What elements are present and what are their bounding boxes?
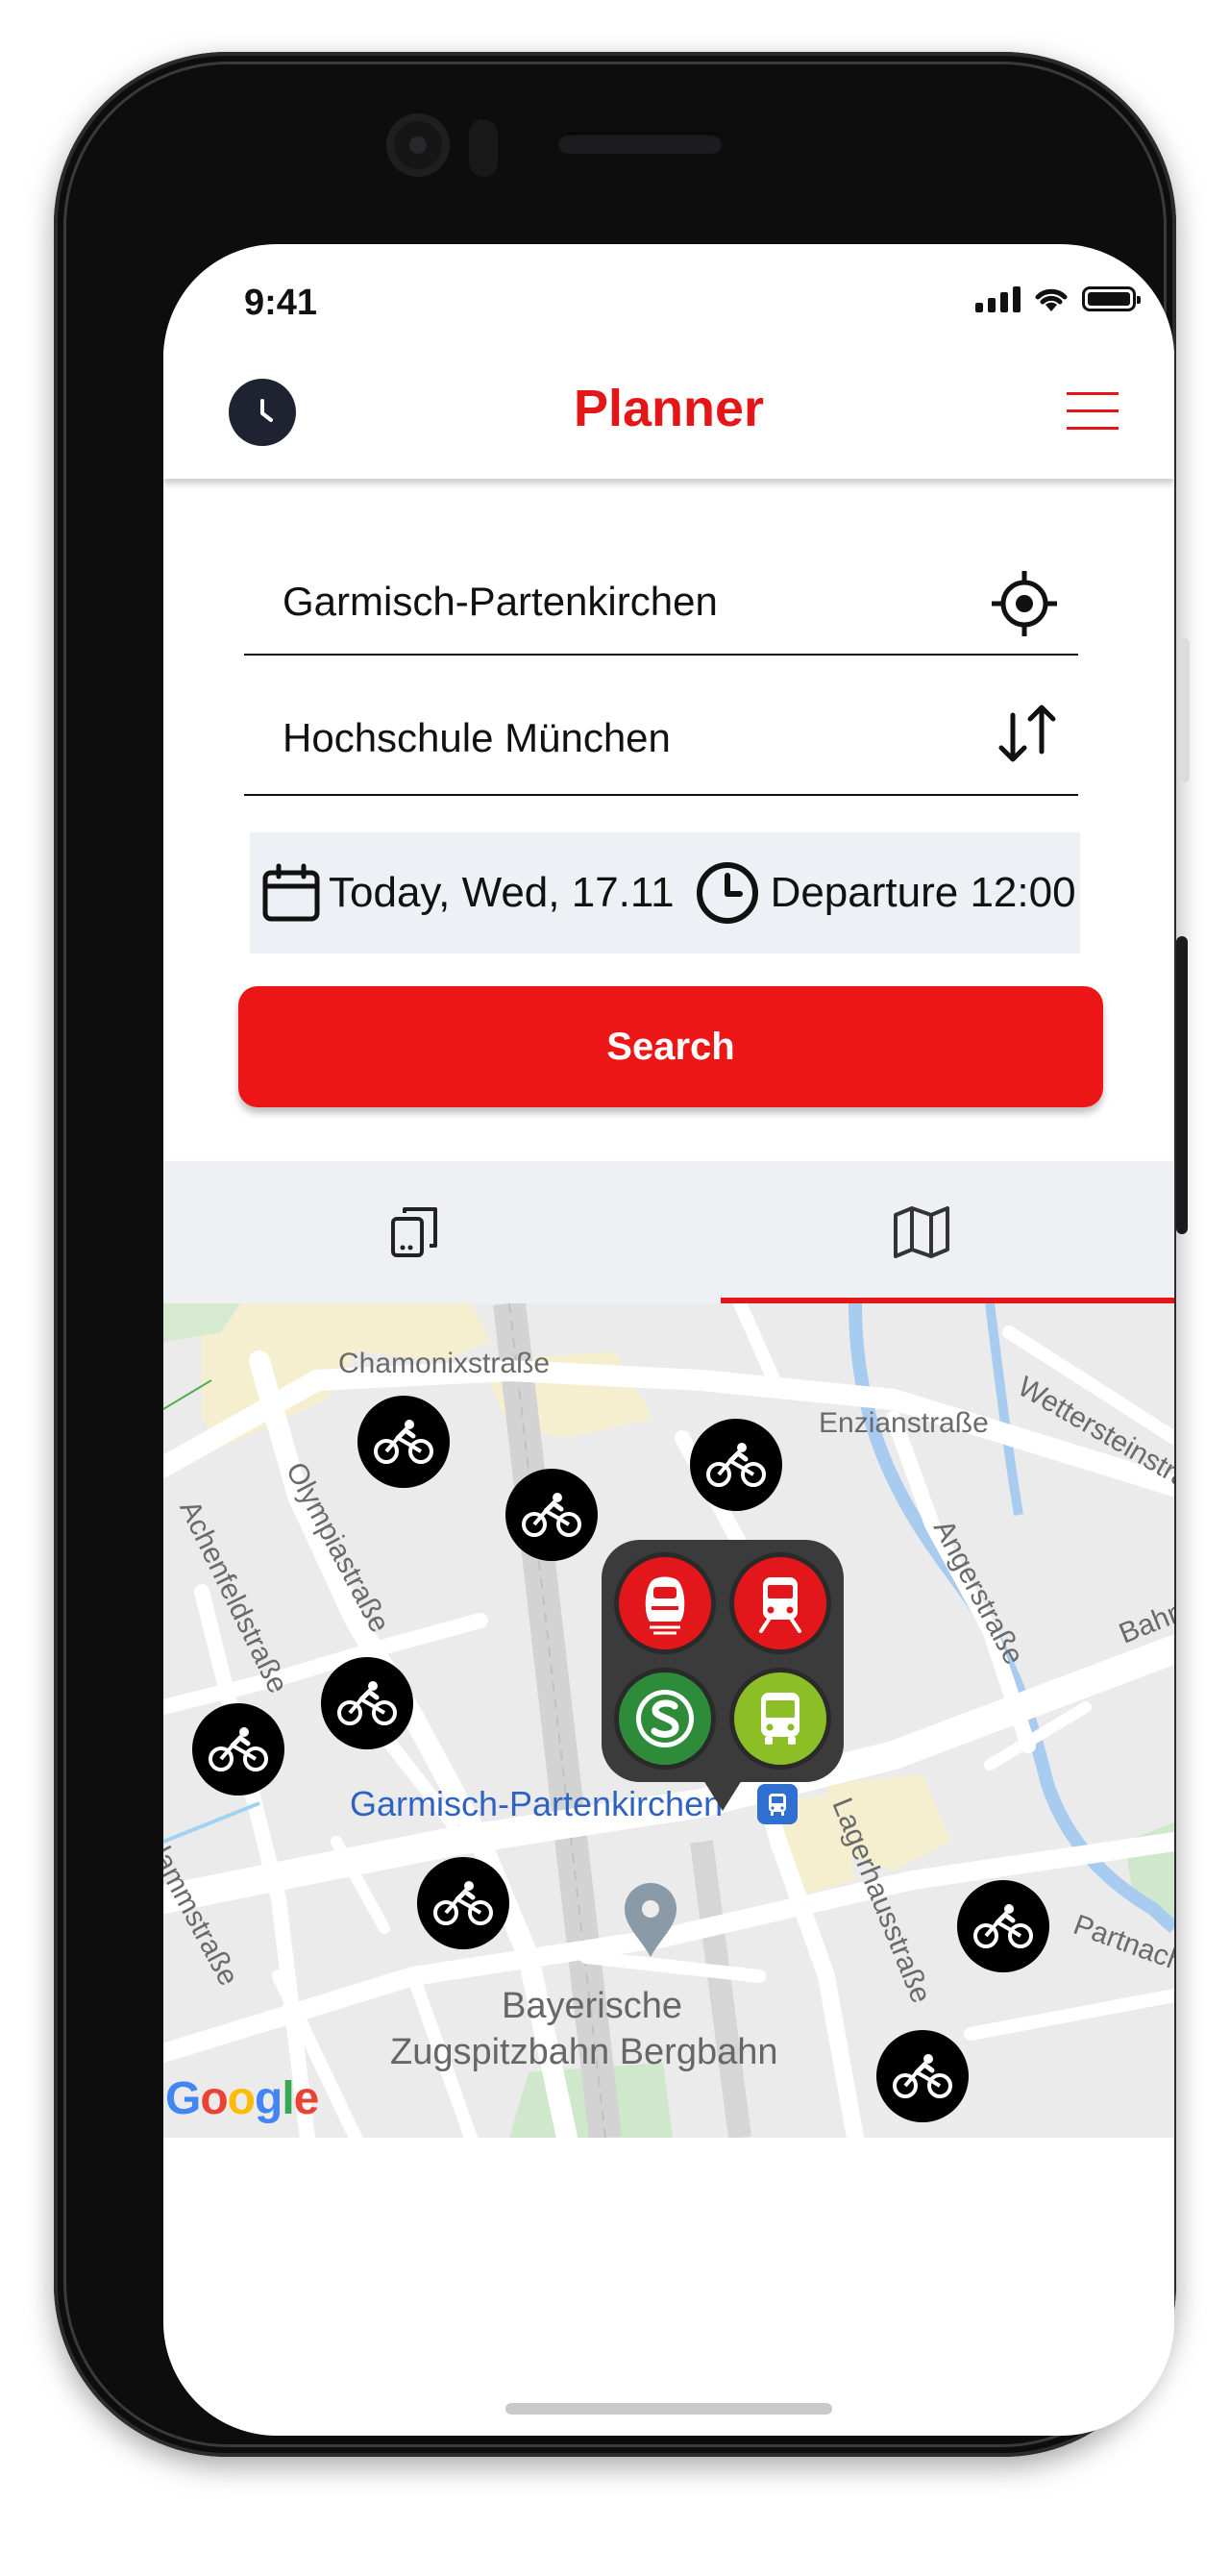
wifi-icon bbox=[1035, 288, 1068, 311]
high-speed-train-icon bbox=[645, 1576, 685, 1635]
phone-list-icon bbox=[391, 1207, 437, 1257]
station-popup[interactable] bbox=[602, 1540, 844, 1811]
ice-train-mode[interactable] bbox=[619, 1557, 711, 1649]
battery-icon bbox=[1082, 286, 1141, 311]
cellular-signal-icon bbox=[975, 285, 1021, 312]
bicycle-icon bbox=[893, 2054, 952, 2098]
app-header: Planner bbox=[163, 344, 1174, 479]
status-time: 9:41 bbox=[244, 283, 318, 323]
station-label[interactable]: Garmisch-Partenkirchen bbox=[350, 1784, 723, 1824]
result-view-tabs bbox=[163, 1161, 1174, 1303]
page-title: Planner bbox=[573, 380, 765, 437]
front-camera bbox=[386, 113, 450, 177]
regional-train-mode[interactable] bbox=[734, 1557, 826, 1649]
map-icon bbox=[894, 1206, 949, 1258]
map-view[interactable]: Chamonixstraße Enzianstraße Wettersteins… bbox=[163, 1303, 1174, 2138]
google-logo: Google bbox=[165, 2073, 319, 2124]
bicycle-icon bbox=[337, 1681, 397, 1725]
poi-label-line1: Bayerische bbox=[502, 1986, 682, 2026]
origin-field[interactable]: Garmisch-Partenkirchen bbox=[244, 533, 1078, 656]
calendar-icon bbox=[262, 863, 320, 922]
departure-clock-icon bbox=[696, 862, 758, 924]
train-icon bbox=[759, 1577, 801, 1633]
bike-station-marker[interactable] bbox=[957, 1880, 1049, 1972]
s-bahn-icon bbox=[636, 1690, 694, 1747]
bike-station-marker[interactable] bbox=[417, 1857, 509, 1949]
side-button-lower bbox=[1176, 936, 1188, 1234]
locate-icon[interactable] bbox=[988, 567, 1061, 640]
status-icons bbox=[975, 285, 1141, 313]
bicycle-icon bbox=[209, 1727, 268, 1771]
poi-label-line2: Zugspitzbahn Bergbahn bbox=[390, 2032, 778, 2072]
tab-map[interactable] bbox=[669, 1161, 1174, 1303]
phone-frame: 9:41 Planner Garmisch-Partenkirchen Hoch… bbox=[54, 52, 1190, 2457]
bike-station-marker[interactable] bbox=[321, 1657, 413, 1749]
menu-button[interactable] bbox=[1067, 392, 1119, 431]
screen: 9:41 Planner Garmisch-Partenkirchen Hoch… bbox=[163, 244, 1174, 2436]
destination-field[interactable]: Hochschule München bbox=[244, 667, 1078, 796]
bicycle-icon bbox=[706, 1443, 766, 1487]
search-button[interactable]: Search bbox=[238, 986, 1103, 1107]
bike-station-marker[interactable] bbox=[505, 1469, 598, 1561]
date-label[interactable]: Today, Wed, 17.11 bbox=[329, 869, 675, 917]
bicycle-icon bbox=[522, 1493, 581, 1537]
camera-sensor bbox=[469, 119, 498, 177]
tab-list[interactable] bbox=[163, 1161, 669, 1303]
side-button-upper bbox=[1180, 638, 1190, 782]
bike-station-marker[interactable] bbox=[192, 1703, 284, 1796]
earpiece-speaker bbox=[557, 133, 723, 154]
poi-pin-icon[interactable] bbox=[621, 1880, 680, 1959]
bike-station-marker[interactable] bbox=[357, 1396, 450, 1488]
destination-value: Hochschule München bbox=[283, 715, 671, 760]
bus-stop-icon bbox=[769, 1794, 786, 1816]
departure-time-label[interactable]: Departure 12:00 bbox=[771, 869, 1076, 917]
home-indicator[interactable] bbox=[505, 2403, 832, 2415]
origin-value: Garmisch-Partenkirchen bbox=[283, 579, 718, 624]
swap-icon[interactable] bbox=[994, 700, 1061, 767]
bike-station-marker[interactable] bbox=[690, 1419, 782, 1511]
bicycle-icon bbox=[374, 1420, 433, 1464]
bus-icon bbox=[761, 1693, 800, 1745]
street-label: Enzianstraße bbox=[819, 1407, 989, 1439]
date-time-selector[interactable]: Today, Wed, 17.11 Departure 12:00 bbox=[250, 832, 1080, 954]
transit-station-icon[interactable] bbox=[757, 1784, 798, 1824]
s-bahn-mode[interactable] bbox=[619, 1672, 711, 1765]
street-label: Chamonixstraße bbox=[338, 1348, 551, 1379]
bicycle-icon bbox=[973, 1904, 1033, 1948]
bike-station-marker[interactable] bbox=[876, 2030, 969, 2122]
bus-mode[interactable] bbox=[734, 1672, 826, 1765]
bicycle-icon bbox=[433, 1881, 493, 1925]
